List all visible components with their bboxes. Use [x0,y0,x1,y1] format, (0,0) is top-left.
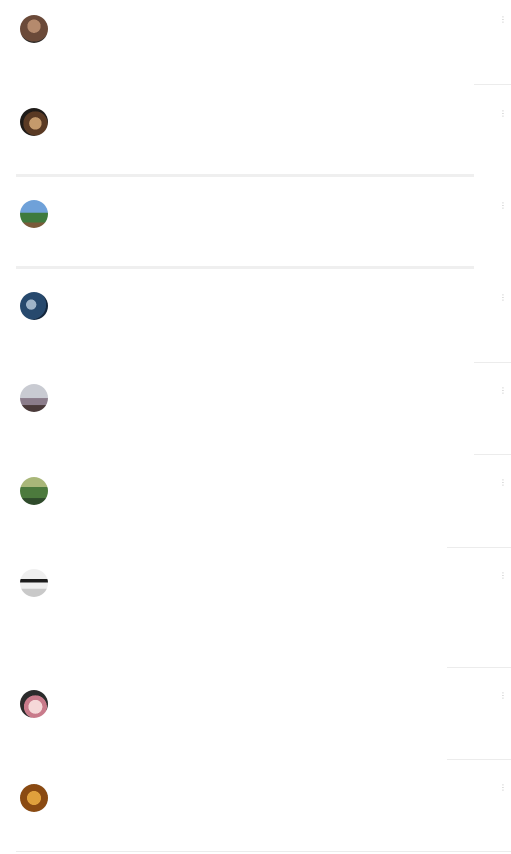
comment-meta [57,690,69,700]
avatar[interactable] [20,569,48,597]
divider [474,84,511,85]
section-divider [16,174,474,177]
more-options-icon[interactable]: ⋮ [499,202,507,210]
avatar[interactable] [20,292,48,320]
comment-item: ⋮ [0,363,511,455]
avatar[interactable] [20,690,48,718]
comment-meta [57,292,69,302]
comment-meta [57,15,69,25]
comment-item: ⋮ [0,760,511,854]
more-options-icon[interactable]: ⋮ [499,110,507,118]
comment-item: ⋮ [0,178,511,270]
comment-item: ⋮ [0,270,511,363]
comment-meta [57,569,69,579]
avatar[interactable] [20,384,48,412]
avatar[interactable] [20,477,48,505]
comment-item: ⋮ [0,668,511,760]
comment-item: ⋮ [0,455,511,548]
comment-meta [57,782,69,792]
comment-meta [57,108,69,118]
comment-meta [57,477,69,487]
comment-item: ⋮ [0,0,511,86]
avatar[interactable] [20,108,48,136]
comment-item: ⋮ [0,548,511,668]
avatar[interactable] [20,200,48,228]
comment-meta [57,200,69,210]
divider [16,851,511,852]
section-divider [16,266,474,269]
more-options-icon[interactable]: ⋮ [499,692,507,700]
comment-meta [57,385,69,395]
more-options-icon[interactable]: ⋮ [499,784,507,792]
avatar[interactable] [20,784,48,812]
comment-list: ⋮ ⋮ ⋮ ⋮ ⋮ ⋮ ⋮ ⋮ ⋮ [0,0,511,854]
more-options-icon[interactable]: ⋮ [499,387,507,395]
more-options-icon[interactable]: ⋮ [499,16,507,24]
more-options-icon[interactable]: ⋮ [499,479,507,487]
more-options-icon[interactable]: ⋮ [499,294,507,302]
avatar[interactable] [20,15,48,43]
comment-item: ⋮ [0,86,511,178]
more-options-icon[interactable]: ⋮ [499,572,507,580]
